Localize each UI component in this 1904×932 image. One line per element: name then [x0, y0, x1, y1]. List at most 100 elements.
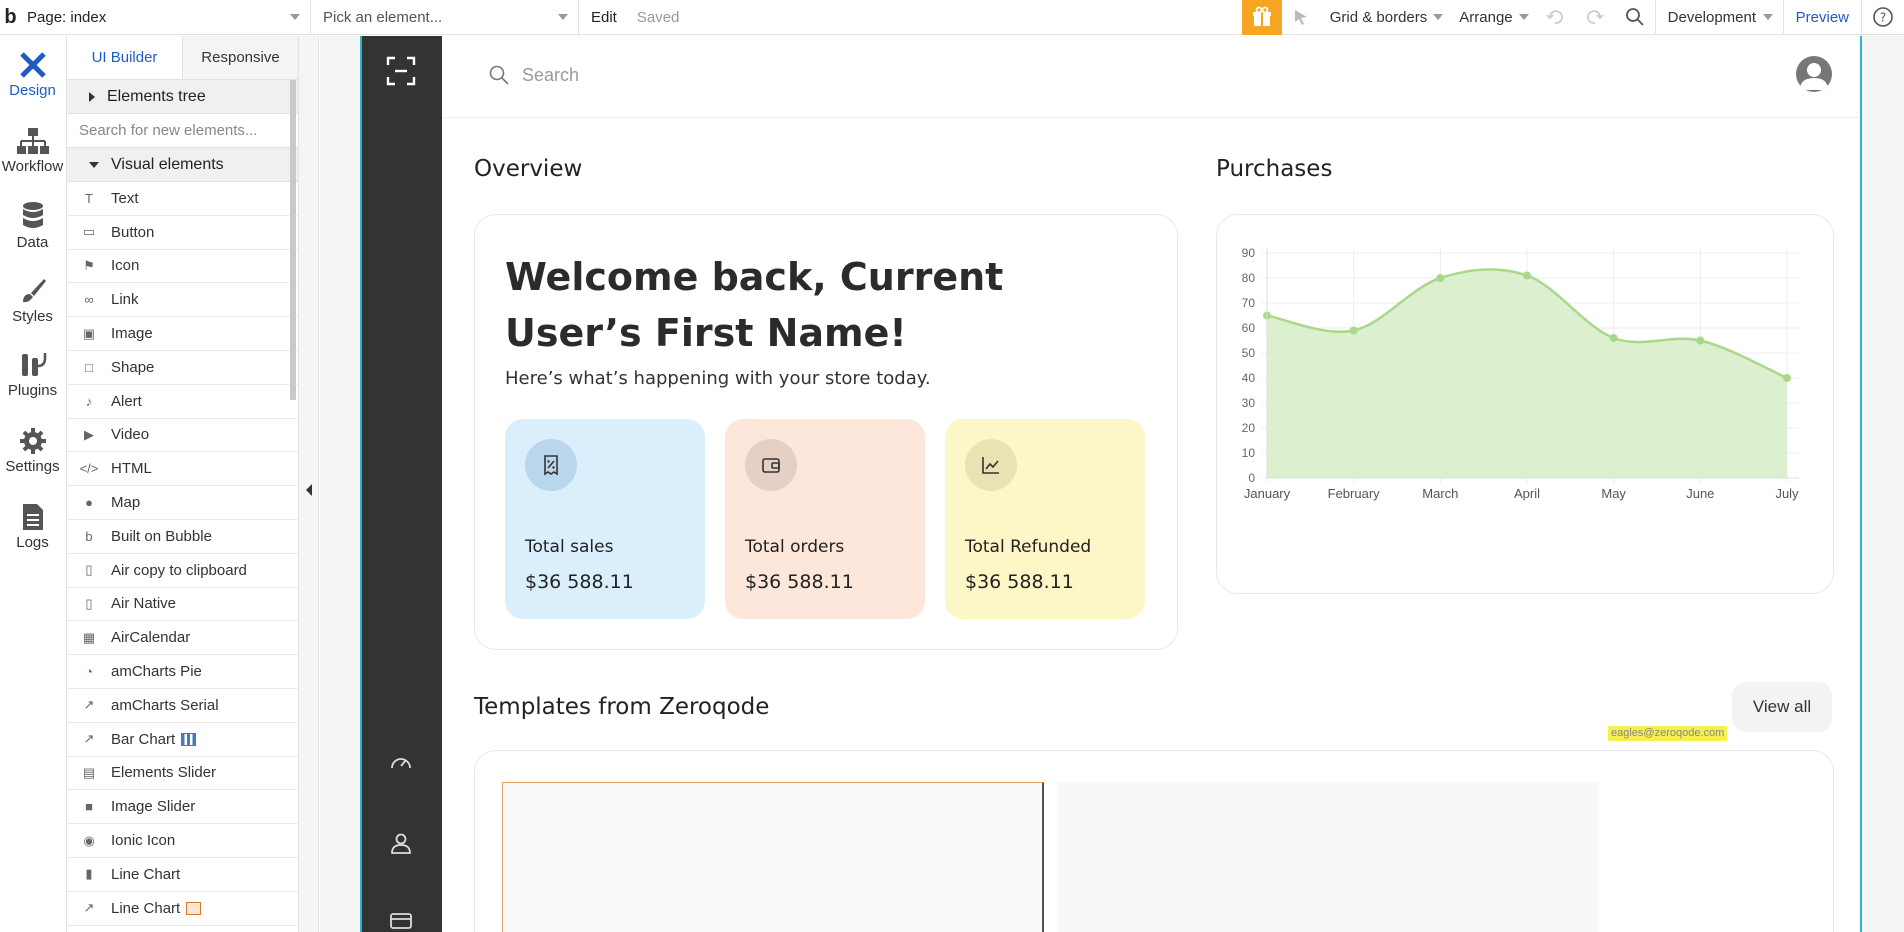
shape-icon: □ [85, 359, 93, 375]
search-button[interactable] [1615, 0, 1656, 35]
view-all-button[interactable]: View all [1732, 682, 1832, 732]
element-item[interactable]: ∞ Link [67, 283, 298, 318]
element-picker-label: Pick an element... [323, 8, 443, 26]
elements-tree-toggle[interactable]: Elements tree [67, 80, 298, 114]
page-selector[interactable]: Page: index [21, 0, 311, 35]
rail-styles[interactable]: Styles [0, 276, 65, 325]
y-tick-label: 0 [1248, 471, 1255, 485]
stat-value: $36 588.11 [745, 571, 854, 593]
element-picker[interactable]: Pick an element... [311, 0, 579, 35]
text-icon: T [85, 190, 93, 206]
element-item[interactable]: ▤ Elements Slider [67, 757, 298, 791]
panel-collapse-strip[interactable] [299, 36, 319, 932]
square-icon: ■ [85, 799, 93, 815]
stat-label: Total Refunded [965, 537, 1092, 557]
element-search-input[interactable]: Search for new elements... [67, 114, 298, 148]
nav-dashboard[interactable] [386, 748, 416, 778]
help-icon: ? [1873, 7, 1893, 27]
rail-plugins[interactable]: Plugins [0, 350, 65, 399]
editor-rail: Design Workflow Data Styles Plugins Sett… [0, 36, 67, 932]
element-item[interactable]: □ Shape [67, 351, 298, 385]
element-item-label: Icon [111, 257, 140, 275]
element-item[interactable]: T Text [67, 182, 298, 216]
gift-button[interactable] [1241, 0, 1282, 35]
element-item[interactable]: ▦ AirCalendar [67, 621, 298, 656]
speedometer-icon [391, 758, 411, 769]
template-item[interactable] [502, 782, 1044, 932]
element-item[interactable]: ■ Image Slider [67, 790, 298, 825]
database-icon [22, 202, 43, 228]
rail-logs[interactable]: Logs [0, 502, 65, 551]
stat-card-orders[interactable]: Total orders $36 588.11 [725, 419, 925, 619]
rail-settings[interactable]: Settings [0, 426, 65, 475]
element-item[interactable]: ▶ Video [67, 419, 298, 453]
y-tick-label: 20 [1242, 421, 1256, 435]
element-item[interactable]: ↗ Line Chart [67, 892, 298, 926]
app-search-input[interactable]: Search [488, 64, 579, 86]
grid-borders-menu[interactable]: Grid & borders [1320, 0, 1450, 35]
element-item[interactable]: ↗ Bar Chart [67, 723, 298, 757]
expand-button[interactable] [386, 56, 416, 86]
bar-chart-badge-icon [181, 732, 197, 746]
element-item[interactable]: ◉ Ionic Icon [67, 824, 298, 858]
element-item[interactable]: ↗ amCharts Serial [67, 689, 298, 723]
redo-button[interactable] [1575, 0, 1615, 35]
element-item-label: Elements Slider [111, 764, 217, 782]
trend-icon: ↗ [83, 697, 95, 713]
trend-icon: ↗ [83, 731, 95, 747]
bars-icon: ▮ [85, 866, 93, 882]
rail-workflow[interactable]: Workflow [0, 126, 65, 175]
bubble-logo[interactable]: b [0, 0, 21, 35]
element-item[interactable]: ▮ Line Chart [67, 858, 298, 892]
template-item[interactable] [1058, 782, 1598, 932]
preview-button[interactable]: Preview [1784, 0, 1861, 35]
button-icon: ▭ [82, 224, 96, 240]
stat-card-sales[interactable]: Total sales $36 588.11 [505, 419, 705, 619]
stat-card-refunded[interactable]: Total Refunded $36 588.11 [945, 419, 1145, 619]
edit-button[interactable]: Edit [579, 0, 625, 35]
element-item[interactable]: ⚑ Icon [67, 250, 298, 284]
chevron-down-icon [1518, 13, 1529, 20]
nav-profile[interactable] [386, 828, 416, 858]
environment-selector[interactable]: Development [1656, 0, 1784, 35]
element-item[interactable]: ◔ amCharts Pie [67, 655, 298, 689]
document-icon [22, 504, 43, 530]
element-item-label: Video [111, 426, 150, 444]
element-item-label: Shape [111, 358, 155, 376]
element-item[interactable]: </> HTML [67, 452, 298, 487]
rail-label: Plugins [7, 382, 58, 399]
rail-design[interactable]: Design [0, 50, 65, 99]
panel-scrollbar[interactable] [290, 80, 296, 400]
element-item[interactable]: ▭ Button [67, 216, 298, 250]
element-item[interactable]: ▯ Air copy to clipboard [67, 554, 298, 588]
select-mode-button[interactable] [1282, 0, 1320, 35]
element-item[interactable]: ▯ Air Native [67, 588, 298, 622]
element-item[interactable]: ● Map [67, 486, 298, 520]
rail-data[interactable]: Data [0, 200, 65, 251]
nav-billing[interactable] [386, 906, 416, 932]
tab-ui-builder[interactable]: UI Builder [67, 36, 183, 79]
element-item[interactable]: b Built on Bubble [67, 520, 298, 554]
x-tick-label: March [1422, 486, 1458, 501]
visual-elements-toggle[interactable]: Visual elements [67, 148, 298, 182]
wallet-icon [762, 458, 780, 473]
arrange-menu[interactable]: Arrange [1449, 0, 1534, 35]
rail-label: Logs [16, 534, 49, 551]
fullscreen-icon [386, 56, 416, 86]
welcome-card: Welcome back, Current User’s First Name!… [474, 214, 1178, 650]
redo-icon [1586, 10, 1604, 24]
element-item[interactable]: ♪ Alert [67, 385, 298, 419]
x-tick-label: July [1775, 486, 1799, 501]
tab-responsive[interactable]: Responsive [183, 36, 298, 79]
collapse-arrow-icon [306, 484, 312, 496]
avatar[interactable] [1796, 56, 1832, 92]
element-item[interactable]: ▣ Image [67, 317, 298, 351]
receipt-percent-icon [544, 455, 558, 476]
help-button[interactable]: ? [1861, 0, 1904, 35]
undo-button[interactable] [1535, 0, 1575, 35]
element-item-label: Bar Chart [111, 730, 176, 748]
data-point [1783, 374, 1791, 382]
line-chart-badge-icon [186, 901, 202, 915]
caret-down-icon [89, 161, 99, 168]
element-item-label: amCharts Pie [111, 663, 202, 681]
